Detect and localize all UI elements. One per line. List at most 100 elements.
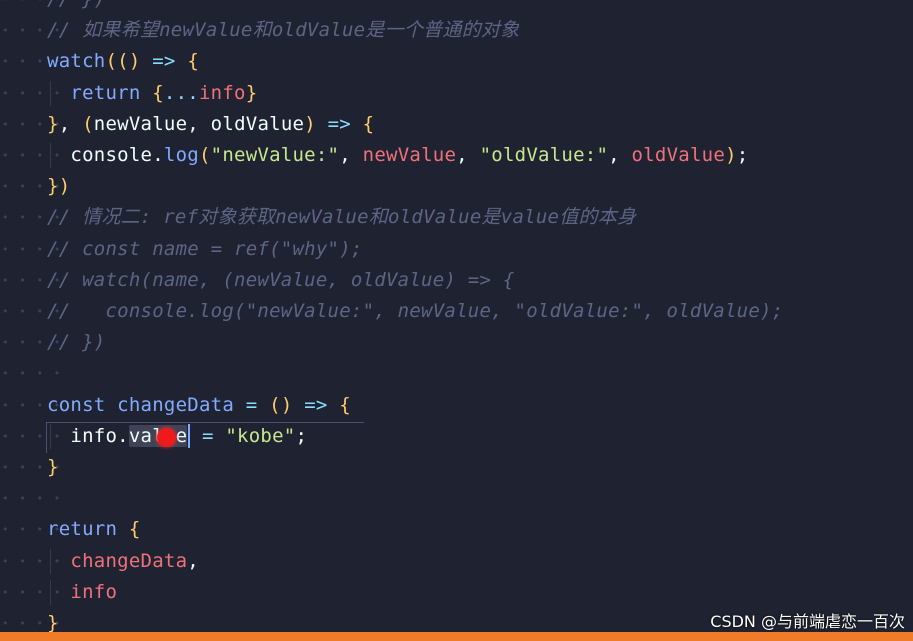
code-token: ( xyxy=(82,112,94,135)
code-line[interactable]: • • • •// const name = ref("why"); xyxy=(0,234,913,265)
code-token: "newValue:" xyxy=(210,144,340,166)
mouse-pointer-dot xyxy=(157,428,176,447)
indent-dots: • • • • xyxy=(2,398,63,412)
code-line[interactable]: • • • • changeData, xyxy=(0,546,913,577)
code-line[interactable]: • • • • watch(() => { xyxy=(0,46,913,77)
code-token: } xyxy=(47,112,59,135)
watermark: CSDN @与前端虐恋一百次 xyxy=(710,612,905,631)
indent-dots: • • • • xyxy=(2,0,60,15)
code-line[interactable]: • • • •}, (newValue, oldValue) => { xyxy=(0,109,913,140)
code-token: return xyxy=(47,518,129,541)
code-token: => xyxy=(315,112,363,135)
code-token: } xyxy=(245,81,258,104)
code-token: { xyxy=(362,112,375,135)
code-token: { xyxy=(339,393,351,416)
current-line-highlight xyxy=(46,422,364,453)
code-text: return {...info} xyxy=(47,78,257,109)
code-token: // watch(name, (newValue, oldValue) => { xyxy=(47,268,515,291)
indent-dots: • • • • xyxy=(2,554,63,568)
code-text: // console.log("newValue:", newValue, "o… xyxy=(47,296,783,327)
code-text: } xyxy=(47,452,59,483)
indent-dots: • • • • xyxy=(2,523,63,537)
indent-dots: • • • • xyxy=(2,117,63,131)
indent-dots: • • • • xyxy=(2,24,63,38)
code-token: , xyxy=(339,144,363,166)
code-line[interactable]: • • • • return { xyxy=(0,514,913,545)
code-line[interactable]: • • • • return {...info} xyxy=(0,78,913,109)
code-text: }, (newValue, oldValue) => { xyxy=(47,109,374,140)
indent-dots: • • • • xyxy=(2,305,63,318)
code-line[interactable]: • • • •// console.log("newValue:", newVa… xyxy=(0,296,913,327)
code-text: return { xyxy=(47,514,141,545)
code-token: // console.log("newValue:", newValue, "o… xyxy=(47,300,784,322)
indent-dots: • • • • xyxy=(2,461,63,474)
code-token: , xyxy=(58,112,83,135)
code-text: // }) xyxy=(47,327,105,358)
code-line[interactable]: • • • •// }) xyxy=(0,0,913,15)
code-token: , xyxy=(187,549,199,572)
code-token: => xyxy=(292,393,340,416)
code-token: oldValue xyxy=(631,144,726,166)
code-token: ) xyxy=(128,50,141,73)
code-token: // }) xyxy=(47,0,105,10)
code-line[interactable]: • • • • info xyxy=(0,577,913,608)
code-text: // watch(name, (newValue, oldValue) => { xyxy=(47,265,515,296)
code-text: watch(() => { xyxy=(47,46,199,77)
code-line[interactable]: • • • • xyxy=(0,358,913,389)
code-token: ... xyxy=(163,81,199,104)
code-line[interactable]: • • • •// 如果希望newValue和oldValue是一个普通的对象 xyxy=(0,15,913,46)
code-token: }) xyxy=(47,175,71,198)
code-line[interactable]: • • • • xyxy=(0,483,913,514)
bottom-accent-bar xyxy=(0,632,913,641)
code-token: ) xyxy=(304,112,316,135)
indent-dots: • • • • xyxy=(2,211,63,225)
indent-dots: • • • • xyxy=(2,86,63,100)
code-editor[interactable]: • • • •// })• • • •// 如果希望newValue和oldVa… xyxy=(0,0,913,632)
code-token: log xyxy=(163,144,199,166)
indent-dots: • • • • xyxy=(2,492,63,506)
code-token: info xyxy=(198,81,246,104)
code-token: , xyxy=(608,144,632,166)
indent-dots: • • • • xyxy=(2,367,63,381)
code-line[interactable]: • • • • console.log("newValue:", newValu… xyxy=(0,140,913,171)
code-text: } xyxy=(47,608,59,632)
indent-dots: • • • • xyxy=(2,242,63,256)
code-token: watch xyxy=(47,50,106,73)
code-text: const changeData = () => { xyxy=(47,390,351,421)
code-token: // 如果希望newValue和oldValue是一个普通的对象 xyxy=(47,19,520,42)
code-text: changeData, xyxy=(47,546,199,577)
code-token: "oldValue:" xyxy=(479,144,609,166)
code-token: ) xyxy=(280,393,293,416)
indent-dots: • • • • xyxy=(2,149,63,162)
code-token: newValue, oldValue xyxy=(93,112,305,135)
code-line[interactable]: • • • • const changeData = () => { xyxy=(0,390,913,421)
code-token: info xyxy=(47,580,118,603)
code-token: , xyxy=(456,144,480,166)
code-token: } xyxy=(47,456,59,478)
code-token: ; xyxy=(736,144,749,166)
indent-dots: • • • • xyxy=(2,273,63,287)
indent-dots: • • • • xyxy=(2,336,63,350)
code-token: => xyxy=(140,50,188,73)
code-line[interactable]: • • • •// }) xyxy=(0,327,913,358)
code-text: info xyxy=(47,577,117,608)
code-text: }) xyxy=(47,171,70,202)
indent-dots: • • • • xyxy=(2,585,63,599)
code-text: // const name = ref("why"); xyxy=(47,234,363,265)
code-token: // const name = ref("why"); xyxy=(47,237,363,260)
code-line[interactable]: • • • •} xyxy=(0,452,913,483)
code-token: ( xyxy=(269,393,281,416)
code-token: ( xyxy=(198,144,211,166)
code-text: // }) xyxy=(47,0,105,15)
code-line[interactable]: • • • •}) xyxy=(0,171,913,202)
code-token: // 情况二: ref对象获取newValue和oldValue是value值的… xyxy=(47,206,637,229)
indent-dots: • • • • xyxy=(2,55,63,69)
code-token: changeData xyxy=(117,393,235,416)
code-token: console. xyxy=(47,144,164,166)
code-text: // 如果希望newValue和oldValue是一个普通的对象 xyxy=(47,15,519,46)
code-token: ) xyxy=(725,144,737,166)
code-token: = xyxy=(234,393,270,416)
code-token: // }) xyxy=(47,331,106,354)
code-line[interactable]: • • • •// 情况二: ref对象获取newValue和oldValue是… xyxy=(0,202,913,233)
code-line[interactable]: • • • •// watch(name, (newValue, oldValu… xyxy=(0,265,913,296)
